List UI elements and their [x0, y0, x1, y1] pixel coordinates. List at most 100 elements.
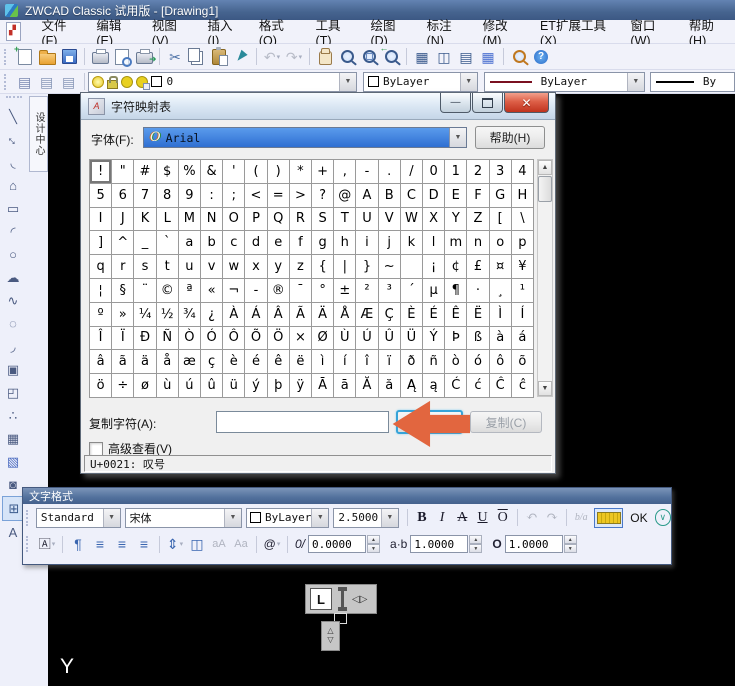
- char-cell[interactable]: >: [290, 184, 312, 208]
- options-chevron-icon[interactable]: ∨: [655, 509, 671, 526]
- char-cell[interactable]: Ą: [401, 374, 423, 398]
- properties-icon[interactable]: ▦: [412, 47, 432, 66]
- char-cell[interactable]: L: [157, 208, 179, 232]
- char-cell[interactable]: û: [201, 374, 223, 398]
- new-icon[interactable]: [15, 47, 35, 66]
- char-cell[interactable]: ¥: [512, 255, 534, 279]
- char-cell[interactable]: x: [245, 255, 267, 279]
- char-cell[interactable]: M: [179, 208, 201, 232]
- char-cell[interactable]: Ĉ: [490, 374, 512, 398]
- char-cell[interactable]: ô: [490, 350, 512, 374]
- char-cell[interactable]: Õ: [245, 327, 267, 351]
- minimize-button[interactable]: —: [440, 93, 471, 113]
- char-cell[interactable]: l: [423, 231, 445, 255]
- char-cell[interactable]: ;: [223, 184, 245, 208]
- char-cell[interactable]: ò: [445, 350, 467, 374]
- char-cell[interactable]: h: [334, 231, 356, 255]
- char-cell[interactable]: Ý: [423, 327, 445, 351]
- char-cell[interactable]: ,: [334, 160, 356, 184]
- char-cell[interactable]: á: [512, 327, 534, 351]
- char-cell[interactable]: »: [112, 303, 134, 327]
- char-cell[interactable]: ¸: [490, 279, 512, 303]
- char-cell[interactable]: Q: [268, 208, 290, 232]
- overline-button[interactable]: O: [493, 508, 513, 528]
- strikethrough-button[interactable]: A: [452, 508, 472, 528]
- width-resize-arrows-icon[interactable]: ◁▷: [352, 594, 367, 605]
- char-cell[interactable]: t: [157, 255, 179, 279]
- align-center-button[interactable]: ≡: [112, 535, 132, 554]
- underline-button[interactable]: U: [472, 508, 492, 528]
- paragraph-button[interactable]: ¶: [68, 535, 88, 554]
- char-cell[interactable]: y: [268, 255, 290, 279]
- char-cell[interactable]: 7: [134, 184, 156, 208]
- copy-chars-input[interactable]: [216, 411, 389, 433]
- char-cell[interactable]: Ü: [401, 327, 423, 351]
- char-cell[interactable]: ¢: [445, 255, 467, 279]
- char-cell[interactable]: q: [90, 255, 112, 279]
- char-cell[interactable]: 1: [445, 160, 467, 184]
- polygon-icon[interactable]: ⌂: [2, 174, 24, 197]
- help-icon[interactable]: [531, 47, 551, 66]
- char-cell[interactable]: ý: [245, 374, 267, 398]
- char-cell[interactable]: S: [312, 208, 334, 232]
- char-cell[interactable]: ó: [467, 350, 489, 374]
- chevron-down-icon[interactable]: ▼: [627, 73, 644, 91]
- char-cell[interactable]: d: [245, 231, 267, 255]
- char-cell[interactable]: Ù: [334, 327, 356, 351]
- char-cell[interactable]: r: [112, 255, 134, 279]
- char-cell[interactable]: z: [290, 255, 312, 279]
- chevron-down-icon[interactable]: ▼: [460, 73, 477, 91]
- char-cell[interactable]: Ā: [312, 374, 334, 398]
- char-cell[interactable]: N: [201, 208, 223, 232]
- char-cell[interactable]: ': [223, 160, 245, 184]
- char-cell[interactable]: ü: [223, 374, 245, 398]
- char-cell[interactable]: ¶: [445, 279, 467, 303]
- layer-combo[interactable]: 0 ▼: [88, 72, 357, 92]
- char-cell[interactable]: ¦: [90, 279, 112, 303]
- char-cell[interactable]: B: [379, 184, 401, 208]
- height-resize-handle[interactable]: △▽: [321, 621, 340, 651]
- char-cell[interactable]: ´: [401, 279, 423, 303]
- char-cell[interactable]: [401, 255, 423, 279]
- char-cell[interactable]: |: [334, 255, 356, 279]
- polyline-icon[interactable]: ◟: [2, 151, 24, 174]
- mtext-icon[interactable]: A: [2, 521, 24, 544]
- char-cell[interactable]: ¿: [201, 303, 223, 327]
- char-cell[interactable]: ?: [312, 184, 334, 208]
- char-cell[interactable]: i: [356, 231, 378, 255]
- text-color-combo[interactable]: ByLayer ▼: [246, 508, 329, 528]
- char-cell[interactable]: Ć: [445, 374, 467, 398]
- text-style-icon[interactable]: 🄰: [37, 535, 57, 554]
- char-cell[interactable]: §: [112, 279, 134, 303]
- print-icon[interactable]: [90, 47, 110, 66]
- char-cell[interactable]: 0: [423, 160, 445, 184]
- scrollbar-thumb[interactable]: [538, 176, 552, 202]
- char-cell[interactable]: -: [245, 279, 267, 303]
- char-cell[interactable]: ê: [268, 350, 290, 374]
- symbol-insert-button[interactable]: @: [262, 535, 282, 554]
- char-cell[interactable]: £: [467, 255, 489, 279]
- char-cell[interactable]: ]: [90, 231, 112, 255]
- char-cell[interactable]: æ: [179, 350, 201, 374]
- char-cell[interactable]: U: [356, 208, 378, 232]
- lineweight-combo[interactable]: By: [650, 72, 735, 92]
- chevron-down-icon[interactable]: ▼: [103, 509, 120, 527]
- char-cell[interactable]: Ï: [112, 327, 134, 351]
- char-cell[interactable]: Ô: [223, 327, 245, 351]
- char-cell[interactable]: A: [356, 184, 378, 208]
- char-cell[interactable]: ì: [312, 350, 334, 374]
- zoom-previous-icon[interactable]: [381, 47, 401, 66]
- char-cell[interactable]: v: [201, 255, 223, 279]
- line-icon[interactable]: ╲: [2, 105, 24, 128]
- help-button[interactable]: 帮助(H): [475, 126, 545, 149]
- char-cell[interactable]: X: [423, 208, 445, 232]
- make-block-icon[interactable]: ◰: [2, 381, 24, 404]
- char-cell[interactable]: k: [401, 231, 423, 255]
- char-cell[interactable]: ): [268, 160, 290, 184]
- char-cell[interactable]: Ö: [268, 327, 290, 351]
- char-grid-scrollbar[interactable]: ▲ ▼: [537, 159, 553, 397]
- toolbar-grip[interactable]: [4, 74, 10, 90]
- char-cell[interactable]: Ú: [356, 327, 378, 351]
- char-cell[interactable]: Ç: [379, 303, 401, 327]
- arc-icon[interactable]: ◜: [2, 220, 24, 243]
